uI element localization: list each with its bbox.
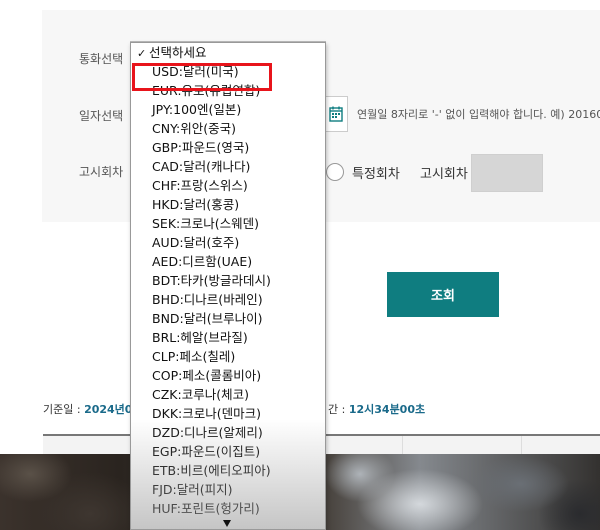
- dropdown-option[interactable]: HUF:포린트(헝가리): [131, 499, 325, 518]
- specific-round-radio[interactable]: [326, 163, 344, 181]
- highlight-box: [132, 63, 272, 91]
- date-hint: 연월일 8자리로 '-' 없이 입력해야 합니다. 예) 20160: [357, 108, 600, 121]
- calendar-icon: [329, 106, 343, 122]
- dropdown-option[interactable]: FJD:달러(피지): [131, 480, 325, 499]
- base-time-value: 12시34분00초: [348, 403, 426, 416]
- base-time: 간 : 12시34분00초: [328, 401, 425, 417]
- dropdown-option[interactable]: SEK:크로나(스웨덴): [131, 214, 325, 233]
- column-divider: [521, 436, 522, 454]
- dropdown-option[interactable]: ETB:비르(에티오피아): [131, 461, 325, 480]
- specific-round-label: 특정회차: [352, 167, 400, 182]
- dropdown-option[interactable]: CNY:위안(중국): [131, 119, 325, 138]
- column-divider: [402, 436, 403, 454]
- dropdown-option[interactable]: JPY:100엔(일본): [131, 100, 325, 119]
- dropdown-option[interactable]: DZD:디나르(알제리): [131, 423, 325, 442]
- dropdown-option[interactable]: HKD:달러(홍콩): [131, 195, 325, 214]
- scroll-down-arrow-icon[interactable]: [223, 520, 231, 527]
- dropdown-option[interactable]: AED:디르함(UAE): [131, 252, 325, 271]
- notice-round-label: 고시회차: [420, 167, 468, 182]
- dropdown-option[interactable]: BRL:헤알(브라질): [131, 328, 325, 347]
- dropdown-option[interactable]: AUD:달러(호주): [131, 233, 325, 252]
- base-date-value: 2024년0: [84, 403, 133, 416]
- dropdown-option[interactable]: COP:페소(콜롬비아): [131, 366, 325, 385]
- dropdown-placeholder: 선택하세요: [149, 45, 207, 60]
- base-date: 기준일 : 2024년0: [43, 401, 132, 417]
- base-time-label: 간 :: [328, 403, 349, 416]
- notice-label: 고시회차: [79, 165, 124, 179]
- dropdown-option[interactable]: EGP:파운드(이집트): [131, 442, 325, 461]
- notice-round-select[interactable]: [471, 154, 543, 192]
- currency-dropdown-list[interactable]: ✓ 선택하세요 USD:달러(미국) EUR:유로(유럽연합) JPY:100엔(일본…: [130, 42, 326, 530]
- dropdown-option[interactable]: BHD:디나르(바레인): [131, 290, 325, 309]
- dropdown-option[interactable]: BND:달러(브루나이): [131, 309, 325, 328]
- currency-label: 통화선택: [79, 52, 124, 66]
- dropdown-option[interactable]: CHF:프랑(스위스): [131, 176, 325, 195]
- dropdown-option[interactable]: DKK:크로나(덴마크): [131, 404, 325, 423]
- dropdown-option[interactable]: CLP:페소(칠레): [131, 347, 325, 366]
- lookup-button[interactable]: 조회: [387, 272, 499, 317]
- dropdown-option[interactable]: CZK:코루나(체코): [131, 385, 325, 404]
- calendar-button[interactable]: [324, 96, 348, 132]
- dropdown-options: USD:달러(미국) EUR:유로(유럽연합) JPY:100엔(일본) CNY:위안…: [131, 62, 325, 518]
- dropdown-option[interactable]: CAD:달러(캐나다): [131, 157, 325, 176]
- check-icon: ✓: [137, 47, 147, 60]
- dropdown-option[interactable]: GBP:파운드(영국): [131, 138, 325, 157]
- base-date-label: 기준일 :: [43, 403, 85, 416]
- dropdown-option[interactable]: BDT:타카(방글라데시): [131, 271, 325, 290]
- date-label: 일자선택: [79, 109, 124, 123]
- dropdown-option-placeholder[interactable]: ✓ 선택하세요: [131, 43, 325, 62]
